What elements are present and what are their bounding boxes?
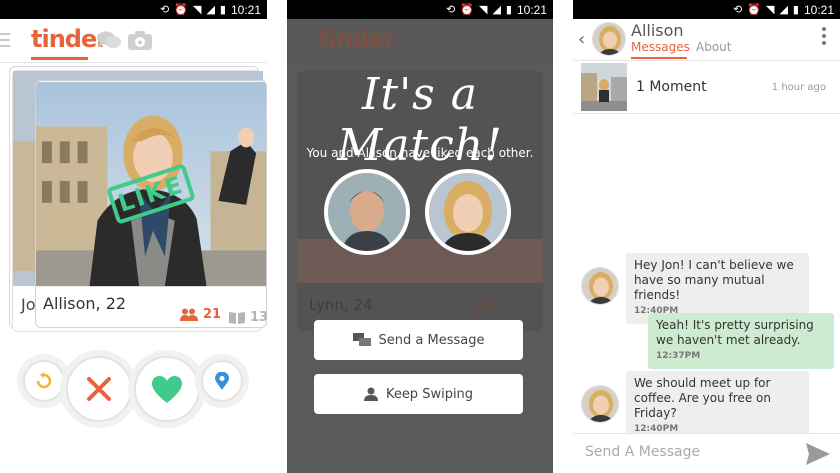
message-bubble-incoming: We should meet up for coffee. Are you fr…	[626, 371, 809, 442]
dimmed-card-name: Lynn, 24	[309, 296, 373, 314]
send-icon[interactable]	[806, 443, 830, 465]
sender-avatar[interactable]	[581, 385, 619, 423]
back-chevron-icon[interactable]: ‹	[578, 29, 585, 50]
match-screen: ⟲ ⏰ ◥ ◢ ▮ 10:21 tinder Lynn, 24 18 It's …	[287, 0, 553, 473]
match-overlay: tinder Lynn, 24 18 It's a Match! You and…	[287, 19, 553, 473]
alarm-icon: ⏰	[747, 3, 761, 16]
chat-screen: ⟲ ⏰ ◥ ◢ ▮ 10:21 ‹ Allison Messages About	[573, 0, 840, 473]
send-message-button[interactable]: Send a Message	[314, 320, 523, 360]
tinder-logo[interactable]: tinder	[31, 25, 108, 53]
dimmed-logo: tinder	[318, 25, 395, 53]
status-bar: ⟲ ⏰ ◥ ◢ ▮ 10:21	[287, 0, 553, 19]
moment-time: 1 hour ago	[771, 82, 826, 93]
wifi-icon: ◥	[765, 3, 775, 16]
screenshot-triptych: ⟲ ⏰ ◥ ◢ ▮ 10:21 tinder Jo LIKE Allison, …	[0, 0, 840, 473]
undo-button[interactable]	[23, 360, 65, 402]
alarm-icon: ⏰	[460, 3, 474, 16]
compose-bar: Send A Message	[573, 433, 840, 473]
like-icon	[152, 375, 182, 403]
active-tab-indicator	[31, 57, 88, 60]
sender-photo	[582, 386, 618, 422]
dimmed-friends-count: 18	[472, 298, 491, 313]
match-photo	[429, 173, 507, 251]
status-time: 10:21	[230, 2, 261, 17]
status-time: 10:21	[803, 2, 834, 17]
dimmed-card-photo-strip	[297, 239, 543, 283]
status-bar: ⟲ ⏰ ◥ ◢ ▮ 10:21	[573, 0, 840, 19]
sender-photo	[582, 268, 618, 304]
active-tab-indicator	[631, 57, 687, 59]
dislike-button[interactable]	[66, 356, 132, 422]
contact-avatar[interactable]	[592, 22, 626, 56]
dislike-icon	[87, 377, 111, 401]
mutual-friends[interactable]: 21	[180, 307, 221, 322]
contact-photo	[593, 23, 625, 55]
camera-icon[interactable]	[128, 30, 152, 50]
contact-name: Allison	[631, 21, 684, 40]
signal-icon: ◢	[206, 3, 215, 16]
undo-icon	[36, 372, 52, 389]
message-input[interactable]: Send A Message	[585, 444, 700, 460]
send-message-label: Send a Message	[378, 332, 485, 348]
tab-about[interactable]: About	[696, 40, 731, 54]
match-avatar	[425, 169, 511, 255]
status-time: 10:21	[516, 2, 547, 17]
battery-icon: ▮	[505, 3, 512, 16]
status-bar: ⟲ ⏰ ◥ ◢ ▮ 10:21	[0, 0, 267, 19]
message-text: Yeah! It's pretty surprising we haven't …	[656, 318, 814, 347]
battery-icon: ▮	[792, 3, 799, 16]
overflow-menu-icon[interactable]	[822, 27, 826, 48]
wifi-icon: ◥	[478, 3, 488, 16]
like-button[interactable]	[134, 356, 200, 422]
location-button[interactable]	[201, 360, 243, 402]
profile-name-age: Allison, 22	[43, 294, 127, 313]
message-text: We should meet up for coffee. Are you fr…	[634, 376, 771, 420]
moment-row[interactable]: 1 Moment 1 hour ago	[573, 62, 840, 114]
shared-interests-count: 13	[250, 310, 267, 325]
battery-icon: ▮	[219, 3, 226, 16]
shared-interests[interactable]: 13	[229, 310, 267, 325]
message-text: Hey Jon! I can't believe we have so many…	[634, 258, 794, 302]
profile-card[interactable]: LIKE	[35, 80, 267, 328]
mutual-friends-count: 21	[203, 307, 222, 322]
signal-icon: ◢	[779, 3, 788, 16]
chat-icon[interactable]	[97, 31, 121, 49]
app-top-bar: tinder	[0, 19, 267, 63]
menu-icon[interactable]	[0, 33, 10, 47]
message-bubble-outgoing: Yeah! It's pretty surprising we haven't …	[648, 313, 834, 369]
location-icon	[215, 372, 229, 390]
tab-messages[interactable]: Messages	[631, 40, 690, 54]
alarm-icon: ⏰	[174, 3, 188, 16]
sync-icon: ⟲	[733, 3, 743, 16]
friends-icon	[180, 308, 198, 321]
keep-swiping-button[interactable]: Keep Swiping	[314, 374, 523, 414]
dimmed-top-bar: tinder	[287, 19, 553, 63]
swipe-screen: ⟲ ⏰ ◥ ◢ ▮ 10:21 tinder Jo LIKE Allison, …	[0, 0, 267, 473]
user-photo	[328, 173, 406, 251]
keep-swiping-label: Keep Swiping	[385, 386, 474, 402]
book-icon	[229, 312, 245, 324]
user-avatar	[324, 169, 410, 255]
person-icon	[363, 387, 378, 401]
match-subtitle: You and Allison have liked each other.	[306, 146, 534, 160]
moment-label: 1 Moment	[636, 79, 707, 95]
sync-icon: ⟲	[160, 3, 170, 16]
signal-icon: ◢	[492, 3, 501, 16]
sync-icon: ⟲	[446, 3, 456, 16]
sender-avatar[interactable]	[581, 267, 619, 305]
wifi-icon: ◥	[192, 3, 202, 16]
moment-thumbnail	[581, 63, 627, 111]
message-time: 12:37PM	[656, 351, 701, 361]
chat-header: ‹ Allison Messages About	[573, 19, 840, 61]
back-card-name: Jo	[21, 295, 36, 314]
chat-icon	[352, 333, 371, 346]
